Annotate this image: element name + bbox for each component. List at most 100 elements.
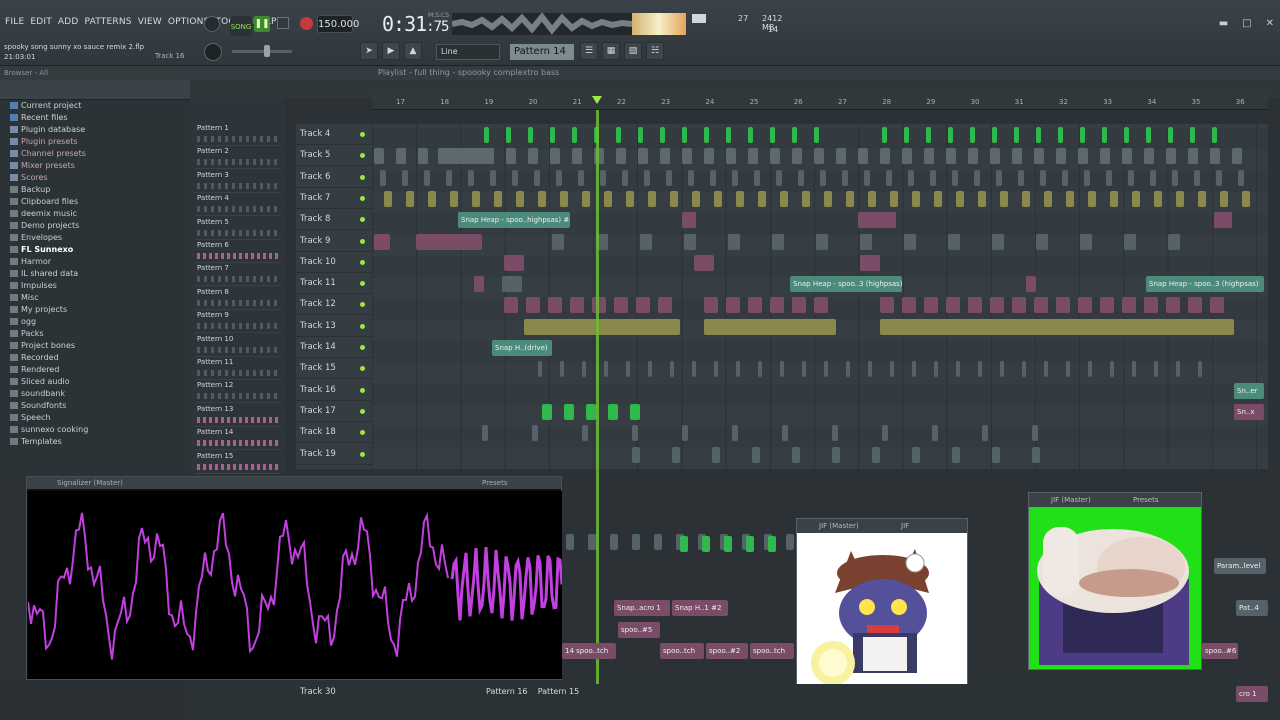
- playlist-clip[interactable]: [1188, 297, 1202, 314]
- playlist-clip[interactable]: [638, 148, 648, 165]
- playlist-clip[interactable]: [792, 297, 806, 314]
- playlist-clip[interactable]: [578, 169, 584, 186]
- playlist-clip[interactable]: [770, 297, 784, 314]
- playlist-clip[interactable]: [1012, 297, 1026, 314]
- track-header[interactable]: Track 10: [296, 252, 372, 273]
- browser-item[interactable]: Misc: [10, 292, 88, 304]
- playlist-clip[interactable]: [946, 297, 960, 314]
- playlist-clip[interactable]: [692, 190, 700, 207]
- playlist-clip[interactable]: [982, 425, 988, 442]
- pattern-item[interactable]: Pattern 2: [195, 147, 281, 170]
- browser-item[interactable]: My projects: [10, 304, 88, 316]
- playlist-clip[interactable]: [880, 148, 890, 165]
- playlist-clip[interactable]: [758, 190, 766, 207]
- stamp-icon[interactable]: ▲: [404, 42, 422, 60]
- track-mute-led[interactable]: [360, 259, 365, 265]
- browser-item[interactable]: Recorded: [10, 352, 88, 364]
- mixer-icon[interactable]: ☵: [646, 42, 664, 60]
- playlist-clip[interactable]: [1080, 233, 1092, 250]
- menu-view[interactable]: VIEW: [138, 17, 162, 27]
- playlist-clip[interactable]: [550, 148, 560, 165]
- playlist-clip[interactable]: [532, 425, 538, 442]
- playlist-clip[interactable]: [630, 403, 640, 420]
- playlist-clip[interactable]: [836, 148, 846, 165]
- playlist-clip[interactable]: Snap Heap - spoo..highpsas) #2: [458, 212, 570, 229]
- playlist-clip[interactable]: [702, 536, 710, 552]
- playlist-clip[interactable]: [714, 190, 722, 207]
- playlist-clip[interactable]: [1058, 127, 1063, 143]
- pattern-item[interactable]: Pattern 15: [195, 452, 281, 474]
- playlist-clip[interactable]: [682, 148, 692, 165]
- playlist-clip[interactable]: [880, 297, 894, 314]
- playlist-clip[interactable]: [512, 169, 518, 186]
- playlist-clip[interactable]: [384, 190, 392, 207]
- playlist-clip[interactable]: [902, 297, 916, 314]
- browser-item[interactable]: IL shared data: [10, 268, 88, 280]
- playlist-clip[interactable]: [1242, 190, 1250, 207]
- browser-item[interactable]: Soundfonts: [10, 400, 88, 412]
- playlist-clip[interactable]: [846, 361, 850, 378]
- playlist-clip[interactable]: [682, 212, 696, 229]
- menu-edit[interactable]: EDIT: [30, 17, 52, 27]
- browser-item[interactable]: FL Sunnexo: [10, 244, 88, 256]
- playlist-clip[interactable]: [710, 169, 716, 186]
- playlist-clip[interactable]: [416, 233, 482, 250]
- playlist-clip[interactable]: [786, 534, 794, 550]
- playlist-clip[interactable]: [1056, 297, 1070, 314]
- browser-item[interactable]: soundbank: [10, 388, 88, 400]
- playlist-clip[interactable]: [638, 127, 643, 143]
- playlist-clip[interactable]: [1176, 361, 1180, 378]
- playlist-clip[interactable]: cro 1: [1236, 686, 1268, 702]
- track-header[interactable]: Track 19: [296, 444, 372, 465]
- playlist-clip[interactable]: [1056, 148, 1066, 165]
- playlist-clip[interactable]: [1124, 127, 1129, 143]
- playlist-clip[interactable]: [1012, 148, 1022, 165]
- playlist-clip[interactable]: [908, 169, 914, 186]
- playlist-clip[interactable]: [1132, 190, 1140, 207]
- playlist-clip[interactable]: [542, 403, 552, 420]
- playlist-clip[interactable]: [946, 148, 956, 165]
- playlist-clip[interactable]: 14 spoo..tch: [562, 643, 616, 659]
- playlist-clip[interactable]: [566, 534, 574, 550]
- playlist-clip[interactable]: [770, 127, 775, 143]
- pattern-item[interactable]: Pattern 7: [195, 264, 281, 287]
- browser-item[interactable]: Channel presets: [10, 148, 88, 160]
- playlist-clip[interactable]: [552, 233, 564, 250]
- playlist-clip[interactable]: Snap H..(drive): [492, 340, 552, 356]
- playlist-clip[interactable]: [1000, 190, 1008, 207]
- playlist-clip[interactable]: [396, 148, 406, 165]
- playlist-clip[interactable]: [1210, 297, 1224, 314]
- timeline-ruler[interactable]: 17 18 19 20 21 22 23 24 25 26 27 28 29 30 31 32 33 34 35 36: [372, 94, 1268, 110]
- playlist-clip[interactable]: [956, 361, 960, 378]
- browser-item[interactable]: Clipboard files: [10, 196, 88, 208]
- playlist-clip[interactable]: [582, 425, 588, 442]
- pattern-item[interactable]: Pattern 12: [195, 381, 281, 404]
- playlist-clip[interactable]: [658, 297, 672, 314]
- playlist-clip[interactable]: [1166, 148, 1176, 165]
- playlist-clip[interactable]: [704, 148, 714, 165]
- track-header[interactable]: Track 14: [296, 337, 372, 358]
- playlist-clip[interactable]: Snap Heap - spoo..3 (highpsas): [790, 276, 902, 293]
- playlist-clip[interactable]: [1044, 361, 1048, 378]
- snap-select[interactable]: Line: [436, 44, 500, 60]
- playlist-clip[interactable]: [968, 148, 978, 165]
- browser-item[interactable]: Sliced audio: [10, 376, 88, 388]
- playlist-clip[interactable]: [736, 361, 740, 378]
- playlist-clip[interactable]: [450, 190, 458, 207]
- playlist-clip[interactable]: [692, 361, 696, 378]
- playlist-clip[interactable]: [814, 148, 824, 165]
- playlist-clip[interactable]: [732, 425, 738, 442]
- pattern-item[interactable]: Pattern 13: [195, 405, 281, 427]
- playlist-clip[interactable]: [670, 190, 678, 207]
- piano-roll-icon[interactable]: ▦: [602, 42, 620, 60]
- playlist-clip[interactable]: [1168, 127, 1173, 143]
- playlist-clip[interactable]: [780, 190, 788, 207]
- playlist-clip[interactable]: [732, 169, 738, 186]
- playlist-clip[interactable]: [1040, 169, 1046, 186]
- playlist-clip[interactable]: [758, 361, 762, 378]
- track-mute-led[interactable]: [360, 174, 365, 180]
- playlist-clip[interactable]: [802, 361, 806, 378]
- track-header[interactable]: Track 6: [296, 167, 372, 188]
- playlist-clip[interactable]: spoo..#5: [618, 622, 660, 638]
- playlist-clip[interactable]: [550, 127, 555, 143]
